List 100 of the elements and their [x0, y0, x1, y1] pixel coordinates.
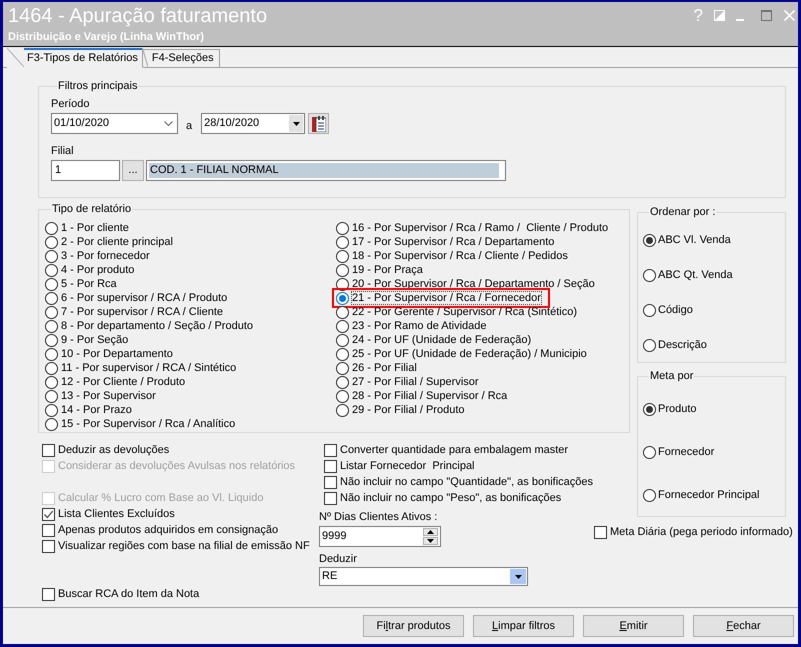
checkbox[interactable] [324, 476, 337, 488]
checkbox-label: Buscar RCA do Item da Nota [58, 588, 200, 600]
maximize-icon[interactable] [761, 10, 772, 21]
radio-label: 1 - Por cliente [60, 221, 130, 235]
radio-button[interactable] [45, 334, 58, 346]
lookup-button[interactable]: ... [122, 160, 144, 181]
radio-label: 4 - Por produto [60, 263, 136, 277]
radio-label: Fornecedor Principal [658, 488, 760, 503]
checkbox-label: Apenas produtos adquiridos em consignação [58, 524, 278, 536]
radio-button[interactable] [643, 402, 656, 416]
dropdown-field[interactable]: RE [319, 567, 528, 586]
radio-label: 7 - Por supervisor / RCA / Cliente [60, 305, 224, 319]
radio-button[interactable] [45, 250, 58, 262]
caret-up-icon [427, 530, 434, 534]
spin-down-button[interactable] [423, 537, 438, 545]
radio-label: 10 - Por Departamento [60, 347, 174, 361]
date-field[interactable]: 01/10/2020 [51, 113, 178, 134]
radio-button[interactable] [45, 376, 58, 388]
radio-label: 8 - Por departamento / Seção / Produto [60, 319, 254, 333]
group-title: Filtros principais [57, 80, 138, 93]
radio-button[interactable] [45, 278, 58, 290]
field-label: Filial [51, 145, 75, 158]
radio-label: 28 - Por Filial / Supervisor / Rca [351, 389, 508, 403]
radio-button[interactable] [45, 390, 58, 402]
radio-button[interactable] [643, 268, 656, 282]
radio-button[interactable] [336, 390, 349, 402]
dialog-button[interactable]: Filtrar produtos [363, 615, 464, 637]
radio-button[interactable] [643, 304, 656, 316]
checkbox-label: Lista Clientes Excluídos [58, 508, 175, 520]
field-label: Período [51, 98, 91, 111]
radio-button[interactable] [45, 418, 58, 430]
checkbox-label: Deduzir as devoluções [58, 444, 170, 456]
caret-down-icon [292, 122, 300, 126]
radio-label: 11 - Por supervisor / RCA / Sintético [60, 361, 238, 375]
radio-label: 19 - Por Praça [351, 263, 424, 277]
chevron-down-icon [164, 121, 173, 126]
checkbox[interactable] [42, 444, 55, 456]
radio-button[interactable] [643, 488, 656, 502]
dialog-button[interactable]: Emitir [583, 615, 684, 637]
radio-label: 20 - Por Supervisor / Rca / Departamento / Seção [351, 277, 596, 291]
radio-button[interactable] [45, 362, 58, 374]
radio-button[interactable] [336, 236, 349, 248]
dialog-button[interactable]: Limpar filtros [473, 615, 574, 637]
spin-up-button[interactable] [423, 528, 438, 536]
radio-button[interactable] [336, 264, 349, 276]
checkbox[interactable] [42, 588, 55, 600]
date-field[interactable]: 28/10/2020 [201, 113, 306, 134]
input-field[interactable]: 1 [51, 160, 120, 181]
radio-button[interactable] [336, 292, 349, 304]
group-title: Ordenar por : [649, 206, 716, 219]
checkbox-label: Não incluir no campo "Peso", as bonificações [340, 492, 562, 504]
radio-label: 2 - Por cliente principal [60, 235, 174, 249]
checkbox[interactable] [594, 526, 607, 538]
field-label: Deduzir [319, 553, 358, 566]
radio-button[interactable] [45, 348, 58, 360]
radio-button[interactable] [643, 446, 656, 458]
field-label: Nº Dias Clientes Ativos : [319, 511, 438, 524]
checkbox[interactable] [324, 444, 337, 456]
radio-label: Código [658, 302, 693, 318]
radio-button[interactable] [45, 404, 58, 416]
checkbox[interactable] [324, 460, 337, 472]
radio-button[interactable] [336, 362, 349, 374]
tab[interactable]: F4-Seleções [142, 49, 220, 67]
radio-button[interactable] [45, 222, 58, 234]
radio-label: 17 - Por Supervisor / Rca / Departamento [351, 235, 556, 249]
radio-button[interactable] [336, 334, 349, 346]
dropdown-button[interactable] [289, 115, 304, 132]
radio-label: 15 - Por Supervisor / Rca / Analítico [60, 417, 236, 431]
radio-button[interactable] [45, 236, 58, 248]
dialog-button[interactable]: Fechar [693, 615, 794, 637]
checkbox[interactable] [42, 540, 55, 552]
checkbox[interactable] [324, 492, 337, 504]
radio-button[interactable] [336, 250, 349, 262]
radio-button[interactable] [336, 404, 349, 416]
radio-button[interactable] [643, 338, 656, 352]
radio-button[interactable] [45, 320, 58, 332]
checkbox[interactable] [42, 508, 55, 520]
checkbox[interactable] [42, 524, 55, 536]
radio-button[interactable] [643, 234, 656, 246]
radio-button[interactable] [336, 348, 349, 360]
radio-button[interactable] [45, 264, 58, 276]
radio-button[interactable] [45, 306, 58, 318]
caret-down-icon [427, 539, 434, 543]
radio-button[interactable] [45, 292, 58, 304]
radio-label: ABC Qt. Venda [658, 268, 733, 283]
range-separator: a [186, 118, 192, 134]
checkbox-label: Visualizar regiões com base na filial de emissão NF [58, 540, 310, 552]
radio-button[interactable] [336, 306, 349, 318]
calendar-button[interactable] [308, 113, 330, 134]
number-field[interactable]: 9999 [319, 526, 441, 547]
radio-button[interactable] [336, 320, 349, 332]
checkbox-label: Converter quantidade para embalagem master [340, 444, 568, 456]
calendar-icon [312, 116, 326, 132]
radio-label: 12 - Por Cliente / Produto [60, 375, 186, 389]
radio-button[interactable] [336, 222, 349, 234]
group-title: Tipo de relatório [51, 203, 132, 216]
tab[interactable]: F3-Tipos de Relatórios [7, 48, 143, 68]
radio-button[interactable] [336, 376, 349, 388]
dropdown-button[interactable] [510, 569, 526, 584]
checkbox-label: Meta Diária (pega periodo informado) [610, 526, 793, 538]
